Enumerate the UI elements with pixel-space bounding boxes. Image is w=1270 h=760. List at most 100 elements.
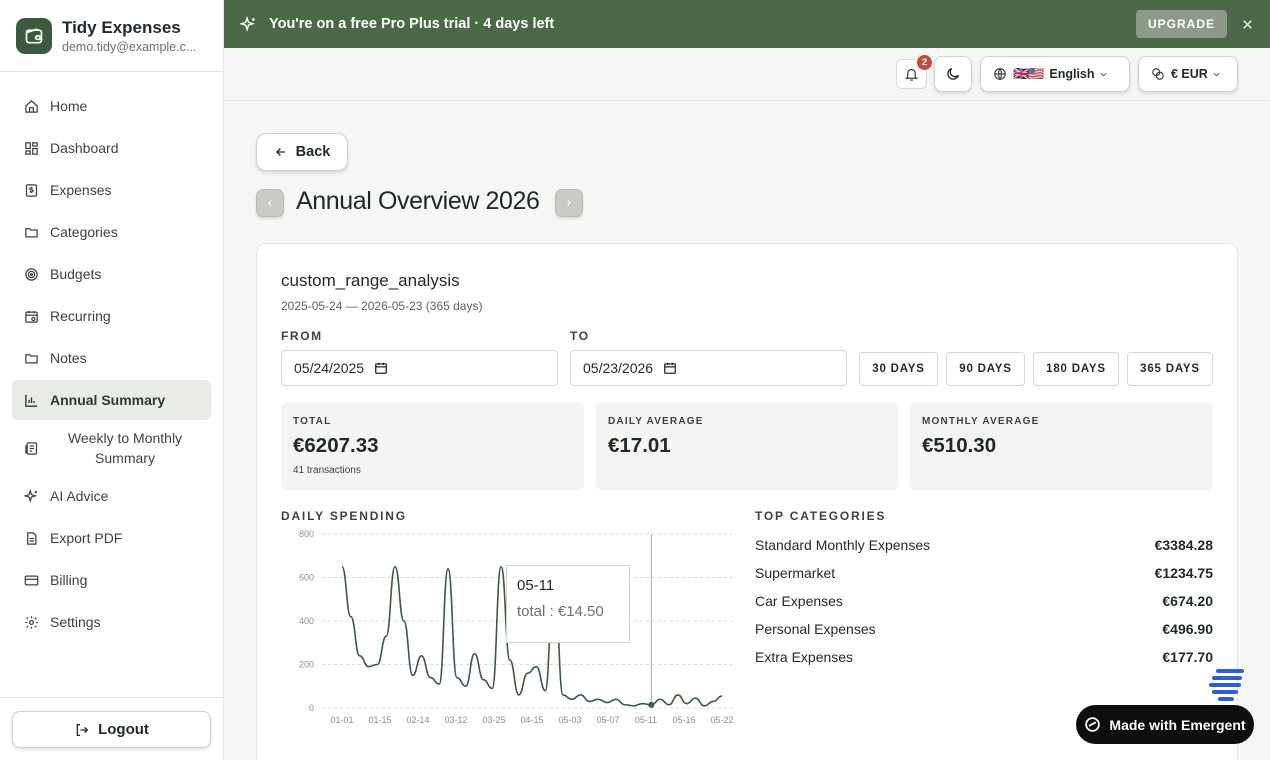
grid-icon: [23, 140, 39, 156]
x-tick-label: 05-22: [710, 715, 733, 725]
calendar-icon[interactable]: [663, 361, 677, 375]
globe-icon: [993, 67, 1007, 81]
made-with-emergent-badge[interactable]: Made with Emergent: [1076, 705, 1254, 744]
brand: Tidy Expenses demo.tidy@example.c...: [0, 0, 223, 72]
note-icon: [23, 350, 39, 366]
chevron-right-icon: [564, 198, 574, 208]
trial-banner-text: You're on a free Pro Plus trial · 4 days…: [269, 16, 555, 32]
stat-label: TOTAL: [293, 416, 332, 427]
upgrade-button[interactable]: UPGRADE: [1135, 10, 1227, 38]
sidebar-item-label: Categories: [50, 224, 118, 240]
sidebar-item-label: Annual Summary: [50, 392, 166, 408]
stat-daily-average: DAILY AVERAGE €17.01: [596, 402, 898, 490]
emergent-logo-icon: [1209, 669, 1244, 701]
language-label: English: [1049, 67, 1095, 81]
bell-icon: [904, 67, 919, 82]
chevron-down-icon: [1098, 69, 1109, 80]
sidebar-item-ai-advice[interactable]: AI Advice: [12, 476, 211, 516]
logout-button[interactable]: Logout: [12, 711, 211, 748]
sidebar-item-label: Recurring: [50, 308, 111, 324]
sidebar-item-label: Export PDF: [50, 530, 123, 546]
sidebar-item-label: Budgets: [50, 266, 102, 282]
range-180-days-button[interactable]: 180 DAYS: [1033, 352, 1119, 386]
sidebar-item-label: Home: [50, 98, 88, 114]
sidebar-item-notes[interactable]: Notes: [12, 338, 211, 378]
stat-note: 41 transactions: [293, 465, 361, 476]
sidebar-item-export-pdf[interactable]: Export PDF: [12, 518, 211, 558]
calendar-repeat-icon: [23, 308, 39, 324]
x-tick-label: 02-14: [406, 715, 429, 725]
sidebar-item-label: Notes: [50, 350, 87, 366]
y-tick-label: 200: [299, 660, 314, 670]
range-90-days-button[interactable]: 90 DAYS: [946, 352, 1025, 386]
sidebar-item-recurring[interactable]: Recurring: [12, 296, 211, 336]
emergent-icon: [1084, 716, 1101, 733]
target-icon: [23, 266, 39, 282]
to-date-value: 05/23/2026: [583, 360, 654, 376]
trial-banner: You're on a free Pro Plus trial · 4 days…: [224, 0, 1270, 48]
tooltip-date: 05-11: [517, 577, 555, 594]
next-year-button[interactable]: [555, 189, 583, 217]
y-tick-label: 0: [309, 703, 314, 713]
sidebar-item-label: Expenses: [50, 182, 112, 198]
stat-total: TOTAL €6207.33 41 transactions: [281, 402, 584, 490]
sidebar-item-expenses[interactable]: Expenses: [12, 170, 211, 210]
report-icon: [23, 440, 39, 456]
sidebar-item-budgets[interactable]: Budgets: [12, 254, 211, 294]
sidebar-item-home[interactable]: Home: [12, 86, 211, 126]
file-icon: [23, 530, 39, 546]
y-tick-label: 800: [299, 529, 314, 539]
chevron-left-icon: [265, 198, 275, 208]
sidebar: Tidy Expenses demo.tidy@example.c... Hom…: [0, 0, 224, 760]
notifications-button[interactable]: 2: [896, 55, 932, 89]
sidebar-item-categories[interactable]: Categories: [12, 212, 211, 252]
y-tick-label: 400: [299, 616, 314, 626]
sidebar-item-weekly-to-monthly-summary[interactable]: Weekly to Monthly Summary: [12, 422, 211, 474]
credit-card-icon: [23, 572, 39, 588]
category-amount: €177.70: [1162, 649, 1213, 665]
calendar-icon[interactable]: [374, 361, 388, 375]
sidebar-item-label: Settings: [50, 614, 101, 630]
daily-spending-label: DAILY SPENDING: [281, 509, 407, 523]
previous-year-button[interactable]: [256, 189, 284, 217]
dark-mode-toggle[interactable]: [934, 56, 972, 92]
top-categories-label: TOP CATEGORIES: [755, 509, 887, 523]
currency-label: € EUR: [1171, 67, 1208, 81]
x-tick-label: 05-03: [558, 715, 581, 725]
logout-area: Logout: [0, 697, 223, 760]
close-icon[interactable]: [1241, 18, 1254, 31]
x-tick-label: 04-15: [520, 715, 543, 725]
folder-icon: [23, 224, 39, 240]
category-row: Standard Monthly Expenses €3384.28: [755, 531, 1213, 559]
sidebar-item-annual-summary[interactable]: Annual Summary: [12, 380, 211, 420]
logout-icon: [74, 722, 90, 738]
stat-monthly-average: MONTHLY AVERAGE €510.30: [910, 402, 1213, 490]
sidebar-item-billing[interactable]: Billing: [12, 560, 211, 600]
tooltip-value: total : €14.50: [517, 603, 604, 620]
sidebar-item-label: Billing: [50, 572, 88, 588]
stat-value: €6207.33: [293, 434, 379, 457]
from-date-value: 05/24/2025: [294, 360, 365, 376]
language-selector[interactable]: 🇬🇧🇺🇸 English: [980, 56, 1130, 92]
receipt-icon: [23, 182, 39, 198]
range-30-days-button[interactable]: 30 DAYS: [859, 352, 938, 386]
sidebar-item-dashboard[interactable]: Dashboard: [12, 128, 211, 168]
page-title: Annual Overview 2026: [296, 187, 540, 215]
category-amount: €496.90: [1162, 621, 1213, 637]
range-365-days-button[interactable]: 365 DAYS: [1127, 352, 1213, 386]
from-label: FROM: [281, 329, 323, 343]
bar-chart-icon: [23, 392, 39, 408]
user-email: demo.tidy@example.c...: [62, 39, 197, 54]
from-date-input[interactable]: 05/24/2025: [281, 350, 558, 386]
stat-label: MONTHLY AVERAGE: [922, 416, 1040, 427]
stat-value: €17.01: [608, 434, 671, 457]
category-name: Car Expenses: [755, 593, 843, 609]
flags-icon: 🇬🇧🇺🇸: [1013, 66, 1044, 81]
currency-selector[interactable]: € EUR: [1138, 56, 1238, 92]
chart-tooltip: 05-11 total : €14.50: [506, 565, 630, 643]
back-button[interactable]: Back: [256, 133, 348, 171]
to-date-input[interactable]: 05/23/2026: [570, 350, 847, 386]
y-tick-label: 600: [299, 573, 314, 583]
sidebar-item-settings[interactable]: Settings: [12, 602, 211, 642]
stat-value: €510.30: [922, 434, 997, 457]
